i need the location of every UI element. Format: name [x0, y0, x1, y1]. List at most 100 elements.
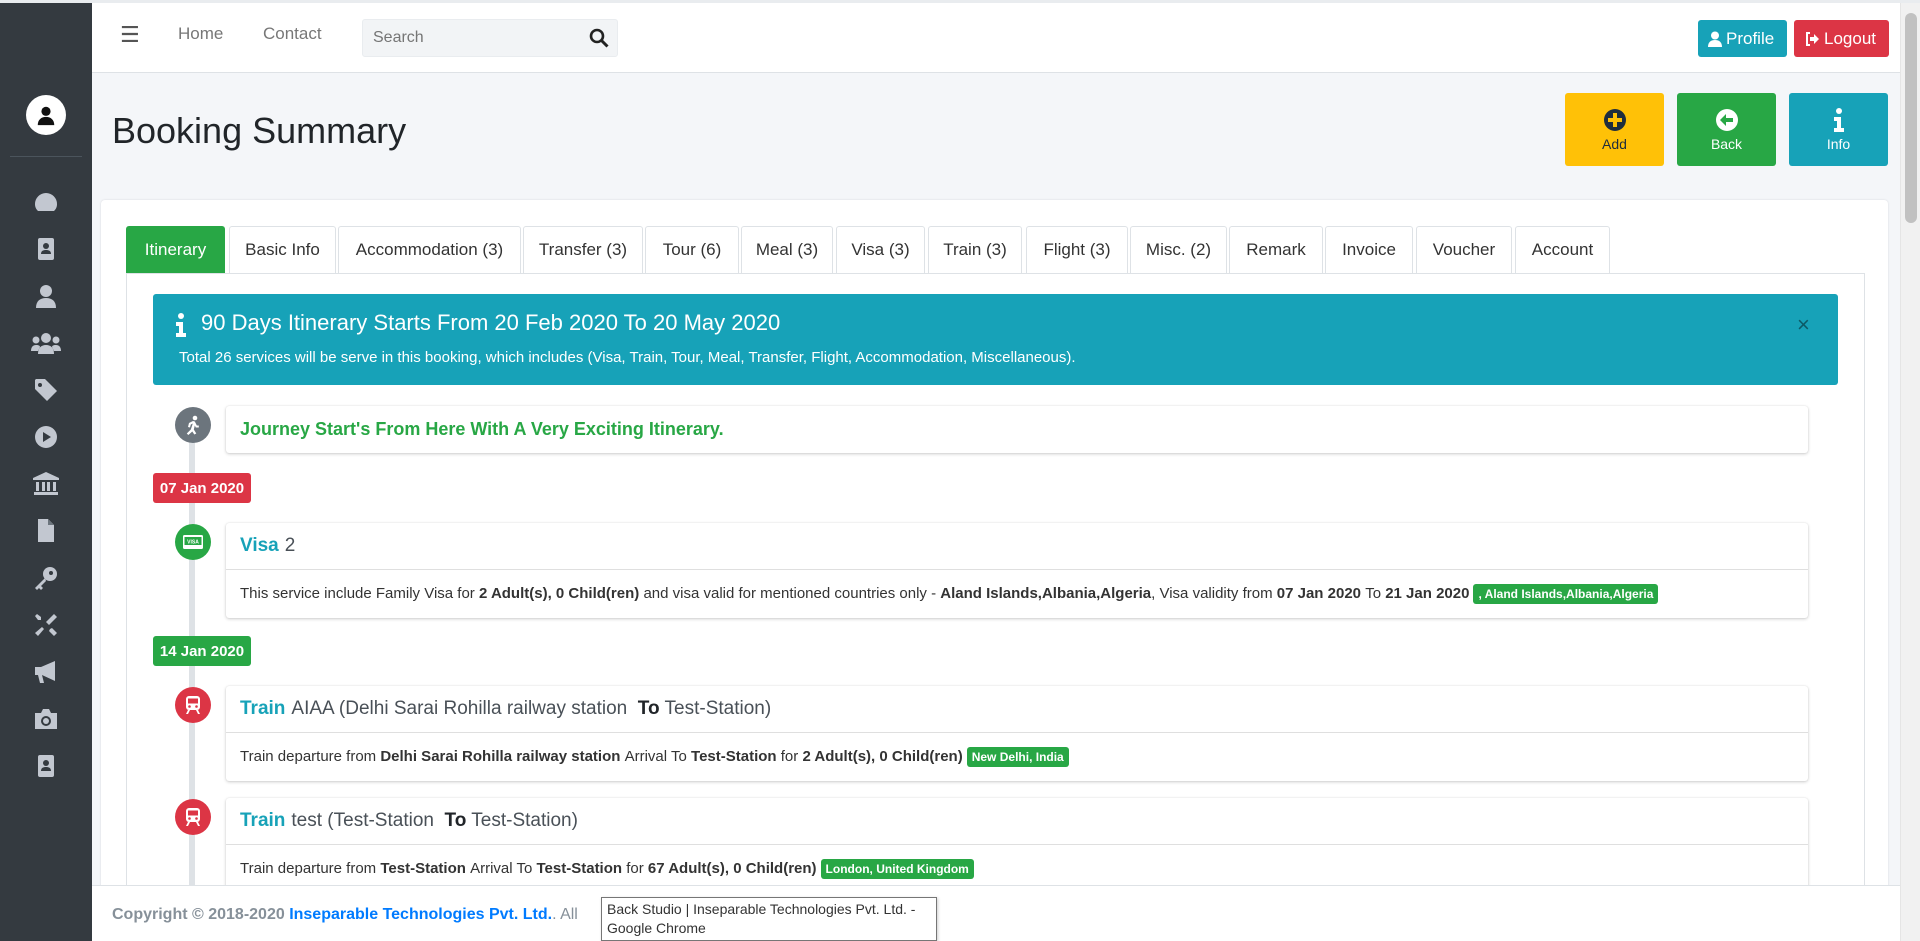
tab-visa[interactable]: Visa (3)	[836, 226, 925, 273]
visa-countries-badge: , Aland Islands,Albania,Algeria	[1473, 583, 1659, 604]
train-text: Arrival To	[624, 748, 687, 765]
visa-details: This service include Family Visa for 2 A…	[226, 570, 1808, 617]
search-box	[362, 19, 618, 57]
train-text: Train departure from	[240, 860, 377, 877]
nav-home-link[interactable]: Home	[178, 24, 223, 44]
journey-start-text: Journey Start's From Here With A Very Ex…	[240, 419, 724, 439]
scrollbar-thumb[interactable]	[1905, 13, 1917, 223]
sign-out-icon	[1806, 31, 1819, 46]
sidebar-item-users[interactable]	[30, 329, 62, 357]
train-destination: Test-Station)	[659, 698, 772, 719]
bullhorn-icon	[35, 661, 55, 683]
tab-transfer[interactable]: Transfer (3)	[523, 226, 643, 273]
sidebar-item-user[interactable]	[30, 282, 62, 310]
tab-meal[interactable]: Meal (3)	[741, 226, 833, 273]
sidebar-item-keys[interactable]	[30, 564, 62, 592]
sidebar-item-tags[interactable]	[30, 376, 62, 404]
search-input[interactable]	[363, 20, 573, 56]
train-persons: 67 Adult(s), 0 Child(ren)	[647, 860, 817, 877]
page-scrollbar[interactable]	[1900, 3, 1920, 941]
train-arrival: Test-Station	[691, 748, 777, 765]
copyright-text: Copyright © 2018-2020	[112, 906, 290, 923]
tab-remark[interactable]: Remark	[1229, 226, 1323, 273]
visa-service-label[interactable]: Visa	[240, 535, 279, 557]
visa-icon: VISA	[175, 524, 211, 560]
profile-button[interactable]: Profile	[1698, 20, 1787, 57]
tab-flight[interactable]: Flight (3)	[1026, 226, 1128, 273]
date-label: 07 Jan 2020	[153, 473, 251, 503]
back-button[interactable]: Back	[1677, 93, 1776, 166]
train-location-badge: London, United Kingdom	[820, 858, 974, 879]
company-link[interactable]: Inseparable Technologies Pvt. Ltd.	[289, 906, 552, 923]
sidebar-divider	[10, 156, 82, 157]
plus-circle-icon	[1603, 108, 1626, 131]
running-icon	[175, 407, 211, 443]
page-title: Booking Summary	[112, 110, 407, 151]
sidebar-item-contacts[interactable]	[30, 752, 62, 780]
top-navbar: ☰ Home Contact Profile Logout	[92, 3, 1900, 73]
tab-invoice[interactable]: Invoice	[1325, 226, 1413, 273]
sidebar-item-documents[interactable]	[30, 517, 62, 545]
nav-contact-link[interactable]: Contact	[263, 24, 322, 44]
sidebar-item-campaigns[interactable]	[30, 658, 62, 686]
sidebar	[0, 3, 92, 941]
copyright-rest: . All	[552, 906, 578, 923]
user-icon	[37, 106, 55, 126]
visa-text: This service include Family Visa for	[240, 585, 475, 602]
sidebar-item-play[interactable]	[30, 423, 62, 451]
address-card-icon	[38, 755, 54, 777]
tab-itinerary[interactable]: Itinerary	[126, 226, 225, 273]
train-details: Train departure from Delhi Sarai Rohilla…	[226, 733, 1808, 780]
tab-basic-info[interactable]: Basic Info	[229, 226, 336, 273]
visa-item: Visa 2 This service include Family Visa …	[226, 523, 1808, 618]
search-icon[interactable]	[589, 28, 609, 53]
sidebar-item-bank[interactable]	[30, 470, 62, 498]
svg-text:VISA: VISA	[187, 539, 199, 545]
profile-label: Profile	[1726, 28, 1775, 48]
add-button[interactable]: Add	[1565, 93, 1664, 166]
train-name: AIAA (Delhi Sarai Rohilla railway statio…	[291, 698, 633, 719]
logout-button[interactable]: Logout	[1794, 20, 1889, 57]
timeline-start-item: Journey Start's From Here With A Very Ex…	[226, 406, 1808, 453]
user-avatar[interactable]	[26, 95, 66, 135]
sidebar-item-tools[interactable]	[30, 611, 62, 639]
sidebar-item-dashboard[interactable]	[30, 188, 62, 216]
tab-tour[interactable]: Tour (6)	[645, 226, 739, 273]
logout-label: Logout	[1824, 28, 1876, 48]
train-text: for	[780, 748, 799, 765]
visa-from-date: 07 Jan 2020	[1276, 585, 1362, 602]
train-item: Train AIAA (Delhi Sarai Rohilla railway …	[226, 686, 1808, 781]
bars-icon[interactable]: ☰	[120, 22, 140, 48]
tab-train[interactable]: Train (3)	[928, 226, 1022, 273]
info-icon	[176, 313, 186, 337]
alert-close-button[interactable]: ×	[1797, 312, 1810, 338]
visa-countries: Aland Islands,Albania,Algeria	[940, 585, 1152, 602]
tab-voucher[interactable]: Voucher	[1416, 226, 1512, 273]
visa-persons: 2 Adult(s), 0 Child(ren)	[478, 585, 640, 602]
info-button[interactable]: Info	[1789, 93, 1888, 166]
sidebar-item-bookings[interactable]	[30, 235, 62, 263]
train-text: for	[626, 860, 644, 877]
info-label: Info	[1826, 135, 1851, 152]
key-icon	[35, 567, 57, 590]
tab-misc[interactable]: Misc. (2)	[1130, 226, 1227, 273]
tachometer-icon	[35, 193, 57, 211]
train-arrival: Test-Station	[536, 860, 623, 877]
train-location-badge: New Delhi, India	[966, 746, 1069, 767]
tab-accommodation[interactable]: Accommodation (3)	[338, 226, 521, 273]
train-text: Arrival To	[470, 860, 533, 877]
tools-icon	[35, 614, 57, 636]
university-icon	[33, 472, 59, 495]
train-icon	[175, 799, 211, 835]
sidebar-item-gallery[interactable]	[30, 705, 62, 733]
camera-icon	[35, 709, 57, 729]
train-service-label[interactable]: Train	[240, 698, 285, 720]
file-icon	[38, 519, 54, 542]
train-item: Train test (Test-Station To Test-Station…	[226, 798, 1808, 893]
tab-account[interactable]: Account	[1515, 226, 1610, 273]
visa-text: , Visa validity from	[1151, 585, 1273, 602]
train-departure: Delhi Sarai Rohilla railway station	[380, 748, 621, 765]
train-name: test (Test-Station	[291, 810, 440, 831]
train-service-label[interactable]: Train	[240, 810, 285, 832]
visa-name: 2	[284, 535, 296, 556]
